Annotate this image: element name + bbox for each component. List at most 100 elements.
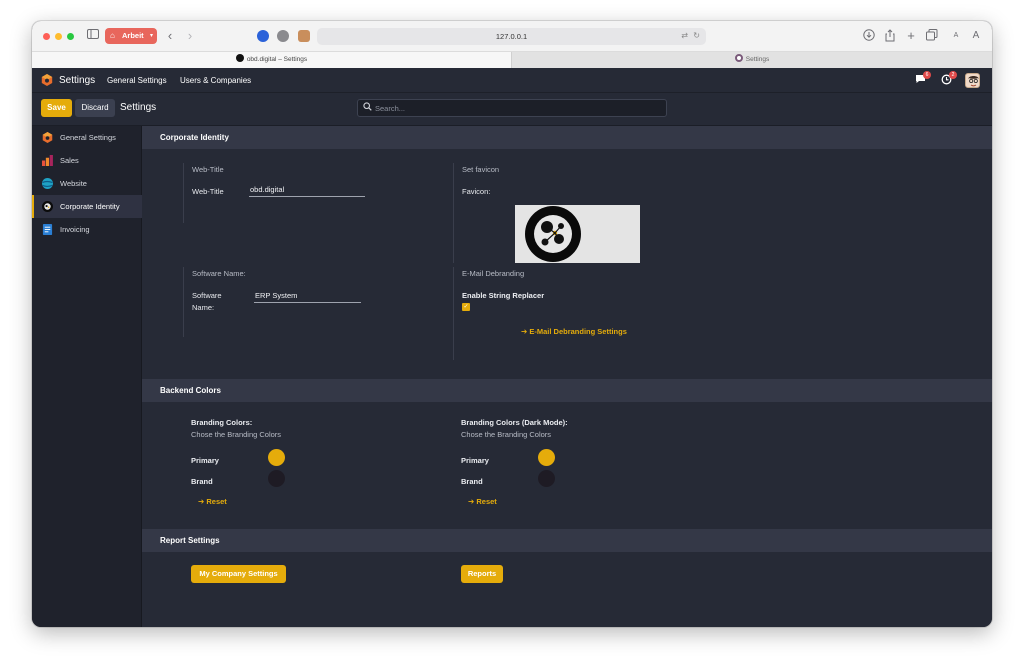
obd-logo-icon [525, 206, 581, 262]
page-title: Settings [120, 102, 157, 113]
settings-content: Corporate Identity Web-Title Web-Title o… [142, 126, 992, 627]
tab-label: Settings [745, 56, 770, 63]
reset-colors-link[interactable]: ➔ Reset [198, 497, 227, 506]
sidebar-item-label: Corporate Identity [60, 202, 120, 211]
web-title-field[interactable]: obd.digital [249, 184, 365, 197]
email-debranding-link-label: E-Mail Debranding Settings [529, 327, 627, 336]
sidebar-item-corporate-identity[interactable]: Corporate Identity [32, 195, 142, 218]
website-icon [42, 178, 53, 189]
obd-favicon-icon [235, 54, 244, 62]
software-name-label-line1: Software [192, 291, 222, 300]
forward-icon[interactable]: › [183, 29, 197, 43]
settings-sidebar: General Settings Sales Website Corporate… [32, 126, 142, 627]
text-smaller-icon[interactable]: A [949, 29, 963, 43]
user-avatar[interactable] [965, 73, 980, 88]
string-replacer-checkbox[interactable]: ✓ [462, 303, 470, 311]
share-icon[interactable] [883, 29, 897, 43]
section-header-backend-colors: Backend Colors [142, 379, 992, 402]
save-button[interactable]: Save [41, 99, 72, 117]
sidebar-item-general-settings[interactable]: General Settings [32, 126, 142, 149]
control-panel: Save Discard Settings [32, 93, 992, 126]
profile-icon: ⌂ [110, 31, 115, 40]
favicon-label: Favicon: [462, 187, 491, 196]
profile-label: Arbeit [122, 31, 144, 40]
zoom-window-button[interactable] [67, 33, 74, 40]
profile-button[interactable]: ⌂ Arbeit ▾ [105, 28, 157, 44]
sidebar-item-website[interactable]: Website [32, 172, 142, 195]
compass-extension-icon[interactable] [257, 30, 269, 42]
corporate-identity-icon [42, 201, 53, 212]
sidebar-toggle-icon[interactable] [86, 29, 100, 43]
email-debranding-setting: E-Mail Debranding Enable String Replacer… [453, 267, 703, 360]
sidebar-item-invoicing[interactable]: Invoicing [32, 218, 142, 241]
tab-overview-icon[interactable] [925, 29, 939, 43]
sidebar-item-label: Invoicing [60, 225, 90, 234]
address-bar[interactable]: 127.0.0.1 ⇄ ↻ [317, 28, 706, 45]
branding-colors-dark-subtitle: Chose the Branding Colors [461, 430, 552, 439]
discard-button[interactable]: Discard [75, 99, 115, 117]
new-tab-icon[interactable]: + [904, 29, 918, 43]
brand-color-label: Brand [191, 477, 213, 486]
branding-colors-light: Branding Colors: Chose the Branding Colo… [191, 416, 441, 511]
invoicing-icon [42, 224, 53, 235]
branding-colors-subtitle: Chose the Branding Colors [191, 430, 282, 439]
browser-tab-bar: obd.digital – Settings Settings [32, 52, 992, 68]
tab-obd-settings[interactable]: obd.digital – Settings [32, 52, 511, 68]
activities-icon[interactable]: 2 [940, 71, 957, 87]
reload-icon[interactable]: ↻ [693, 31, 700, 40]
odoo-favicon-icon [734, 54, 743, 62]
tab-label: obd.digital – Settings [246, 56, 308, 63]
software-name-setting: Software Name: Software Name: ERP System [183, 267, 433, 337]
favicon-image[interactable] [515, 205, 640, 263]
messages-icon[interactable]: 6 [914, 71, 931, 87]
search-input[interactable] [375, 100, 655, 116]
reports-button[interactable]: Reports [461, 565, 503, 583]
email-debranding-header: E-Mail Debranding [462, 269, 525, 278]
branding-colors-title: Branding Colors: [191, 418, 253, 427]
odoo-navbar: Settings General Settings Users & Compan… [32, 68, 992, 93]
sidebar-item-label: General Settings [60, 133, 116, 142]
menu-users-companies[interactable]: Users & Companies [180, 68, 251, 93]
web-title-label: Web-Title [192, 187, 224, 196]
software-name-field[interactable]: ERP System [254, 290, 361, 303]
sidebar-item-sales[interactable]: Sales [32, 149, 142, 172]
browser-window: ⌂ Arbeit ▾ ‹ › 127.0.0.1 ⇄ ↻ + A A obd.d… [32, 21, 992, 627]
sidebar-item-label: Website [60, 179, 87, 188]
web-title-setting: Web-Title Web-Title obd.digital [183, 163, 433, 223]
email-debranding-settings-link[interactable]: ➔ E-Mail Debranding Settings [521, 327, 627, 336]
software-name-header: Software Name: [192, 269, 246, 278]
favicon-setting: Set favicon Favicon: [453, 163, 703, 263]
search-icon [363, 102, 372, 113]
reset-label: Reset [206, 497, 227, 506]
url-text: 127.0.0.1 [495, 32, 528, 41]
brand-color-swatch[interactable] [268, 470, 285, 487]
activities-badge: 2 [949, 71, 957, 79]
settings-app-icon[interactable] [41, 74, 53, 86]
menu-general-settings[interactable]: General Settings [107, 68, 167, 93]
text-larger-icon[interactable]: A [969, 29, 983, 43]
section-header-report-settings: Report Settings [142, 529, 992, 552]
translate-icon[interactable]: ⇄ [681, 31, 688, 40]
primary-color-swatch[interactable] [268, 449, 285, 466]
tab-settings[interactable]: Settings [511, 52, 992, 68]
close-window-button[interactable] [43, 33, 50, 40]
my-company-settings-button[interactable]: My Company Settings [191, 565, 286, 583]
minimize-window-button[interactable] [55, 33, 62, 40]
brand-color-dark-swatch[interactable] [538, 470, 555, 487]
download-icon[interactable] [862, 29, 876, 43]
primary-color-dark-swatch[interactable] [538, 449, 555, 466]
blocker-extension-icon[interactable] [277, 30, 289, 42]
back-icon[interactable]: ‹ [163, 29, 177, 43]
avatar-extension-icon[interactable] [298, 30, 310, 42]
app-name[interactable]: Settings [59, 68, 95, 93]
sales-icon [42, 155, 53, 166]
browser-toolbar: ⌂ Arbeit ▾ ‹ › 127.0.0.1 ⇄ ↻ + A A [32, 21, 992, 52]
favicon-header: Set favicon [462, 165, 500, 174]
chevron-down-icon: ▾ [149, 33, 153, 39]
reset-dark-colors-link[interactable]: ➔ Reset [468, 497, 497, 506]
branding-colors-dark: Branding Colors (Dark Mode): Chose the B… [461, 416, 711, 511]
brand-color-dark-label: Brand [461, 477, 483, 486]
web-title-header: Web-Title [192, 165, 224, 174]
primary-color-label: Primary [191, 456, 219, 465]
software-name-label-line2: Name: [192, 303, 215, 312]
